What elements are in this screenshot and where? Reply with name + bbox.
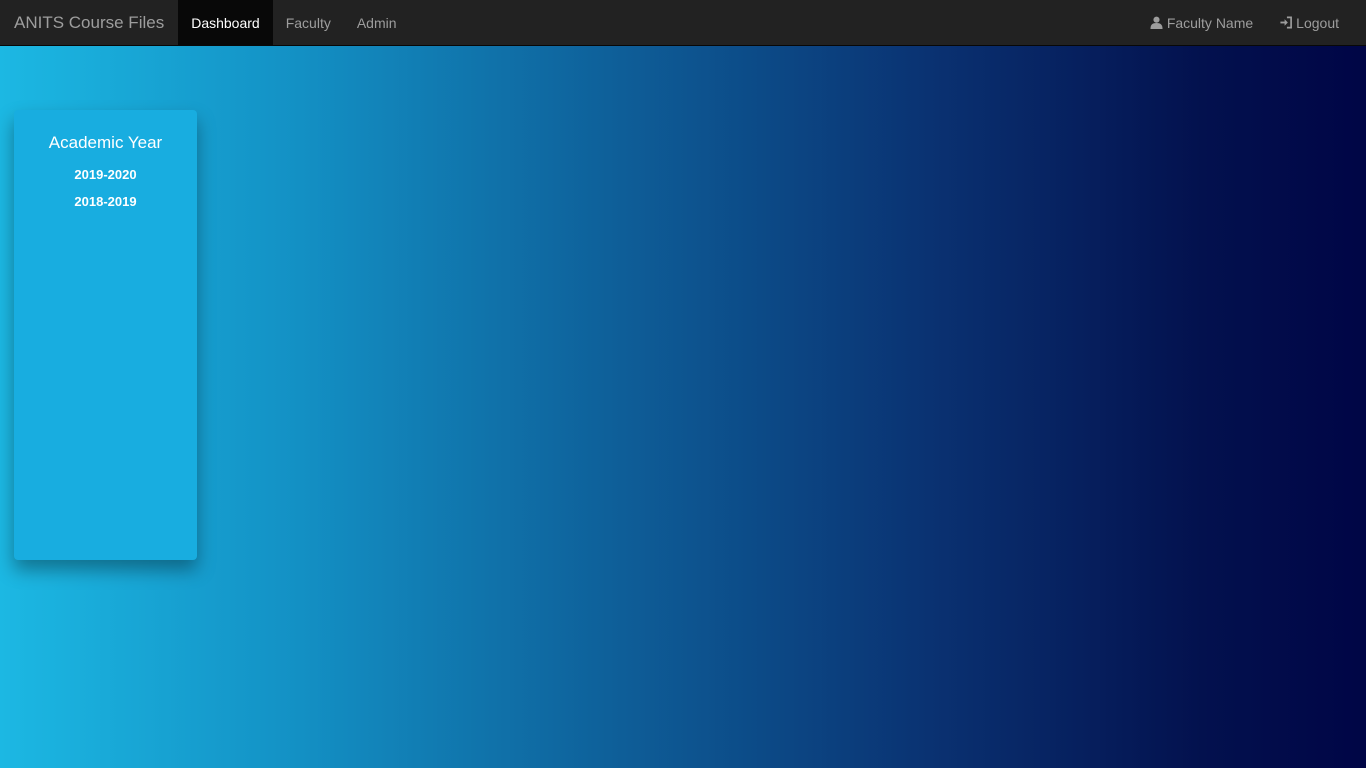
year-link-2018-2019[interactable]: 2018-2019	[14, 188, 197, 215]
top-navbar: ANITS Course Files Dashboard Faculty Adm…	[0, 0, 1366, 46]
user-nav: Faculty Name Logout	[1137, 0, 1352, 45]
nav-admin[interactable]: Admin	[344, 0, 410, 45]
academic-year-card: Academic Year 2019-2020 2018-2019	[14, 110, 197, 560]
logout-icon	[1279, 16, 1293, 30]
logout-label: Logout	[1296, 14, 1339, 31]
logout-link[interactable]: Logout	[1266, 0, 1352, 45]
academic-year-list: 2019-2020 2018-2019	[14, 161, 197, 215]
user-icon	[1150, 16, 1164, 30]
year-link-2019-2020[interactable]: 2019-2020	[14, 161, 197, 188]
faculty-name-link[interactable]: Faculty Name	[1137, 0, 1266, 45]
main-nav: Dashboard Faculty Admin	[178, 0, 409, 45]
faculty-name-label: Faculty Name	[1166, 14, 1254, 31]
academic-year-title: Academic Year	[48, 133, 163, 152]
brand-link[interactable]: ANITS Course Files	[0, 0, 178, 45]
nav-faculty[interactable]: Faculty	[273, 0, 344, 45]
nav-dashboard[interactable]: Dashboard	[178, 0, 273, 45]
